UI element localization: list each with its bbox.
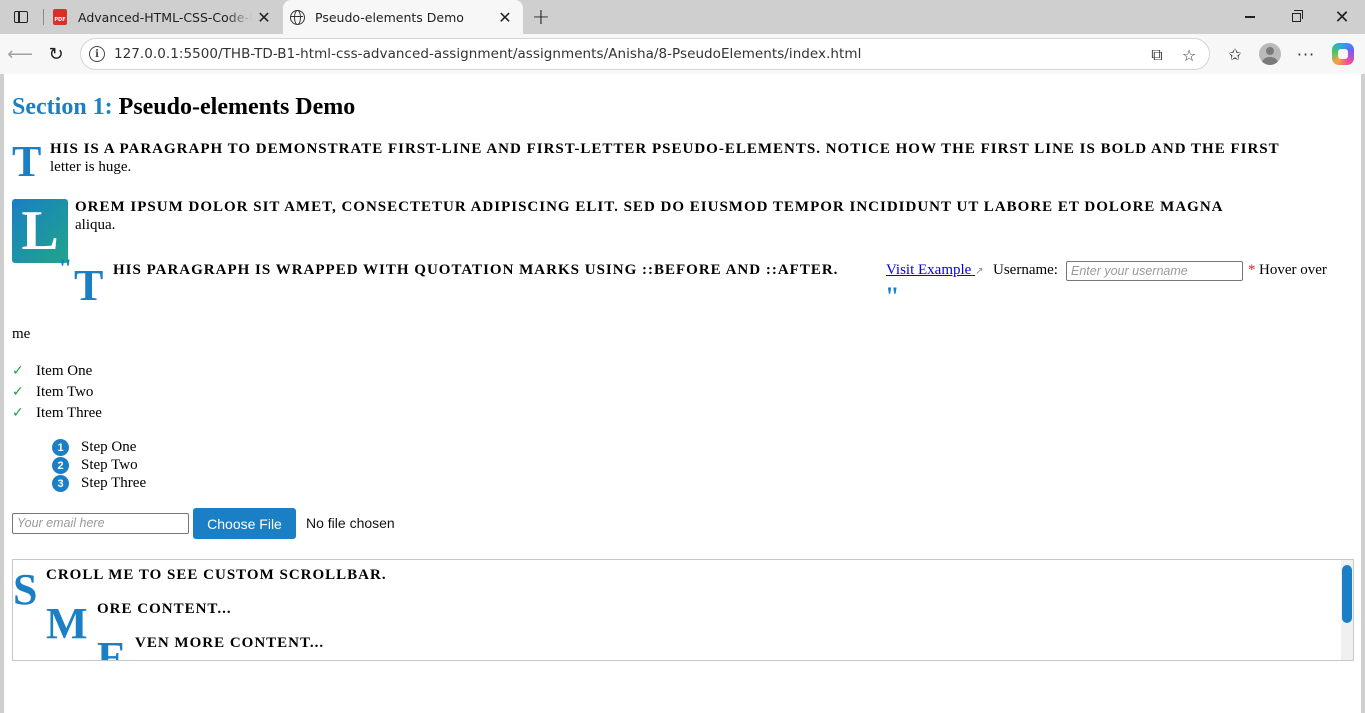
list-item-label: Item One (36, 363, 93, 379)
tab-advanced-html[interactable]: PDF Advanced-HTML-CSS-Code-Examples ✕ (46, 0, 282, 34)
close-tab-icon[interactable]: ✕ (252, 5, 276, 29)
first-line-text: orem ipsum dolor sit amet, consectetur a… (75, 199, 1224, 215)
first-letter: M (46, 599, 88, 648)
list-item-label: Item Two (36, 384, 94, 400)
minimize-icon (1245, 16, 1255, 18)
back-button[interactable]: ⟵ (4, 38, 36, 70)
page-title: Section 1: Pseudo-elements Demo (12, 94, 355, 121)
site-info-icon[interactable]: i (89, 46, 105, 62)
tab-strip: PDF Advanced-HTML-CSS-Code-Examples ✕ Ps… (0, 0, 1365, 34)
globe-icon (289, 9, 305, 25)
tab-separator (43, 9, 44, 25)
browser-toolbar: ⟵ ↻ i 127.0.0.1:5500/THB-TD-B1-html-css-… (0, 34, 1365, 74)
scroll-line-text: ven more content... (135, 635, 325, 651)
reload-button[interactable]: ↻ (40, 38, 72, 70)
tab-pseudo-elements-demo[interactable]: Pseudo-elements Demo ✕ (283, 0, 523, 34)
check-icon: ✓ (12, 384, 24, 400)
scrollbar-thumb[interactable] (1342, 565, 1352, 623)
new-tab-button[interactable]: + (528, 4, 554, 30)
first-letter: E (97, 633, 127, 661)
quote-text: his paragraph is wrapped with quotation … (113, 262, 839, 278)
open-quote: " (58, 254, 73, 283)
username-label: Username: (993, 262, 1058, 278)
section-number: Section 1: (12, 94, 113, 120)
scroll-line-text: croll me to see custom scrollbar. (46, 567, 387, 583)
second-line-text: aliqua. (75, 217, 116, 233)
favorites-icon[interactable]: ✩ (1221, 38, 1249, 70)
scroll-line-text: ore content... (97, 601, 232, 617)
avatar (1259, 43, 1281, 65)
tab-title: Advanced-HTML-CSS-Code-Examples (78, 9, 252, 25)
check-icon: ✓ (12, 363, 24, 379)
choose-file-button[interactable]: Choose File (193, 508, 296, 539)
first-letter: T (74, 261, 104, 310)
page-viewport: Section 1: Pseudo-elements Demo T his is… (4, 74, 1361, 713)
tab-actions-icon (14, 11, 28, 23)
step-label: Step One (81, 439, 137, 455)
restore-button[interactable] (1273, 0, 1319, 34)
hover-text-cont[interactable]: me (12, 326, 30, 343)
app-available-icon[interactable]: ⧉ (1145, 43, 1169, 67)
file-status: No file chosen (306, 515, 395, 531)
step-label: Step Two (81, 457, 138, 473)
hover-text[interactable]: Hover over (1259, 261, 1327, 279)
url-text[interactable]: 127.0.0.1:5500/THB-TD-B1-html-css-advanc… (114, 46, 861, 62)
favorite-star-icon[interactable]: ☆ (1177, 43, 1201, 67)
tab-actions-button[interactable] (8, 6, 34, 28)
required-marker: * (1248, 262, 1256, 278)
visit-example-link[interactable]: Visit Example ↗ (886, 261, 983, 281)
close-window-button[interactable]: ✕ (1319, 0, 1365, 34)
close-quote: " (885, 282, 900, 311)
close-tab-icon[interactable]: ✕ (493, 5, 517, 29)
second-line-text: letter is huge. (50, 159, 132, 175)
custom-scroll-box[interactable]: S croll me to see custom scrollbar. M or… (12, 559, 1354, 661)
step-number-badge: 3 (52, 475, 69, 492)
email-input[interactable]: Your email here (12, 513, 189, 534)
restore-icon (1291, 9, 1303, 22)
first-letter: S (13, 565, 38, 614)
step-number-badge: 2 (52, 457, 69, 474)
minimize-button[interactable] (1227, 0, 1273, 34)
tab-title: Pseudo-elements Demo (315, 9, 464, 25)
step-label: Step Three (81, 475, 147, 491)
section-title: Pseudo-elements Demo (118, 94, 356, 120)
step-number-badge: 1 (52, 439, 69, 456)
profile-button[interactable] (1256, 38, 1284, 70)
username-input[interactable]: Enter your username (1066, 261, 1243, 281)
first-line-text: his is a paragraph to demonstrate first-… (50, 141, 1280, 157)
check-icon: ✓ (12, 405, 24, 421)
list-item-label: Item Three (36, 405, 102, 421)
more-menu-icon[interactable]: ··· (1292, 38, 1320, 70)
external-link-icon: ↗ (975, 266, 984, 277)
copilot-icon (1332, 43, 1354, 65)
first-letter: T (12, 137, 42, 186)
address-bar[interactable]: i 127.0.0.1:5500/THB-TD-B1-html-css-adva… (80, 38, 1210, 70)
pdf-icon: PDF (52, 9, 68, 25)
link-text[interactable]: Visit Example (886, 262, 971, 278)
copilot-button[interactable] (1328, 38, 1358, 70)
